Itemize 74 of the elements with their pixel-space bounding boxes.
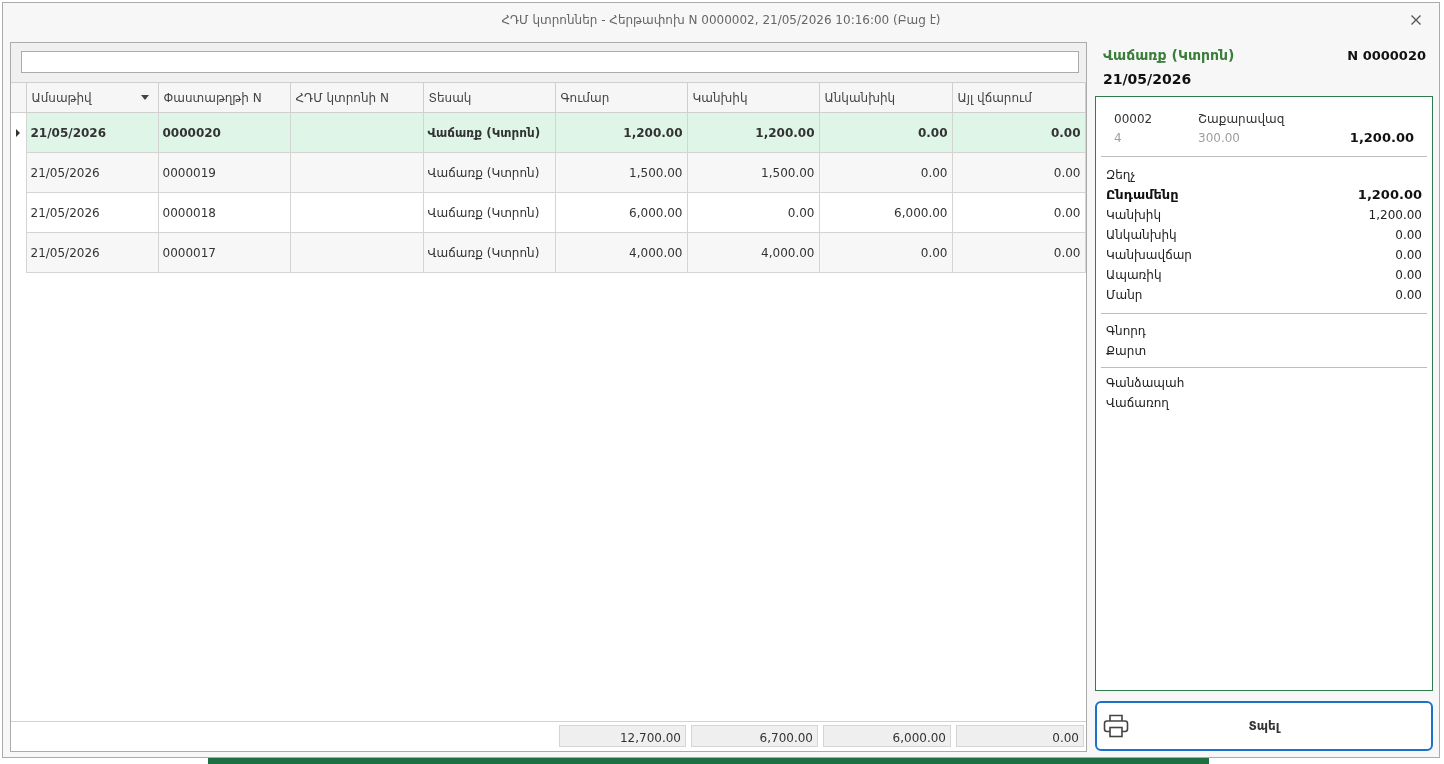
summary-label: Անկանխիկ [1106, 227, 1177, 244]
summary-value: 0.00 [1395, 287, 1422, 304]
column-header[interactable]: Գումար [555, 82, 687, 113]
table-cell: 0000017 [158, 232, 290, 273]
table-cell: 0.00 [952, 192, 1085, 233]
table-cell: 6,000.00 [555, 192, 687, 233]
table-cell: 1,200.00 [555, 112, 687, 153]
item-price: 300.00 [1198, 129, 1240, 147]
table-cell: 0.00 [819, 112, 952, 153]
summary-label: Կանխիկ [1106, 207, 1162, 224]
table-cell: 1,500.00 [555, 152, 687, 193]
summary-label: Ապառիկ [1106, 267, 1162, 284]
table-cell: 0.00 [819, 232, 952, 273]
item-name: Շաքարավազ [1198, 110, 1285, 128]
column-header[interactable]: Ամսաթիվ [26, 82, 158, 113]
table-cell: 0000020 [158, 112, 290, 153]
table-cell: 0.00 [952, 232, 1085, 273]
item-code: 00002 [1114, 110, 1154, 128]
table-cell: 1,200.00 [687, 112, 819, 153]
close-button[interactable] [1409, 12, 1423, 27]
summary-value: 0.00 [1395, 247, 1422, 264]
table-cell: 0000018 [158, 192, 290, 233]
item-total: 1,200.00 [1349, 128, 1414, 147]
table-row[interactable]: 21/05/2026 0000018 Վաճառք (Կտրոն) 6,000.00 0.00 6,000.00 0.00 [11, 192, 1085, 233]
column-header[interactable]: ՀԴՄ կտրոնի N [290, 82, 423, 113]
printer-icon [1103, 714, 1129, 738]
summary-label: Մանր [1106, 287, 1143, 304]
column-header[interactable]: Կանխիկ [687, 82, 819, 113]
summary-label: Կանխավճար [1106, 247, 1192, 264]
table-cell: 4,000.00 [687, 232, 819, 273]
item-quantity: 4 [1114, 129, 1123, 147]
field-label: Քարտ [1106, 343, 1147, 360]
summary-label: Զեղչ [1106, 167, 1136, 184]
summary-value: 1,200.00 [1368, 207, 1422, 224]
receipt-date: 21/05/2026 [1103, 70, 1193, 89]
total-field: 6,700.00 [691, 725, 818, 747]
row-pointer-icon [16, 129, 21, 138]
print-button[interactable]: Տպել [1095, 701, 1433, 751]
table-cell: 21/05/2026 [26, 112, 158, 153]
receipt-type-title: Վաճառք (Կտրոն) [1103, 46, 1235, 65]
table-cell: 21/05/2026 [26, 232, 158, 273]
field-label: Գնորդ [1106, 323, 1146, 340]
table-cell: Վաճառք (Կտրոն) [423, 112, 555, 153]
summary-value: 1,200.00 [1357, 186, 1422, 205]
table-cell: 0.00 [952, 152, 1085, 193]
close-icon [1411, 14, 1421, 25]
table-row[interactable]: 21/05/2026 0000020 Վաճառք (Կտրոն) 1,200.00 1,200.00 0.00 0.00 [11, 112, 1085, 153]
column-header[interactable]: Այլ վճարում [952, 82, 1085, 113]
column-header[interactable]: Փաստաթղթի N [158, 82, 290, 113]
table-cell: 0.00 [819, 152, 952, 193]
table-cell: 4,000.00 [555, 232, 687, 273]
field-label: Գանձապահ [1106, 375, 1185, 392]
summary-label: Ընդամենը [1106, 186, 1179, 205]
total-field: 12,700.00 [559, 725, 686, 747]
table-cell: 0000019 [158, 152, 290, 193]
column-header[interactable]: Անկանխիկ [819, 82, 952, 113]
table-cell: Վաճառք (Կտրոն) [423, 192, 555, 233]
field-label: Վաճառող [1106, 395, 1169, 412]
table-cell: Վաճառք (Կտրոն) [423, 152, 555, 193]
table-cell: 0.00 [952, 112, 1085, 153]
table-cell: 21/05/2026 [26, 152, 158, 193]
table-cell: Վաճառք (Կտրոն) [423, 232, 555, 273]
total-field: 6,000.00 [823, 725, 951, 747]
column-header[interactable]: Տեսակ [423, 82, 555, 113]
table-cell: 0.00 [687, 192, 819, 233]
table-cell: 1,500.00 [687, 152, 819, 193]
summary-value: 0.00 [1395, 267, 1422, 284]
total-field: 0.00 [956, 725, 1084, 747]
table-cell: 21/05/2026 [26, 192, 158, 233]
window-title: ՀԴՄ կտրոններ - Հերթափոխ N 0000002, 21/05/2026 10:16:00 (Բաց է) [501, 11, 941, 29]
receipt-number: N 0000020 [1347, 46, 1426, 65]
filter-input[interactable] [21, 51, 1079, 73]
summary-value: 0.00 [1395, 227, 1422, 244]
table-cell: 6,000.00 [819, 192, 952, 233]
